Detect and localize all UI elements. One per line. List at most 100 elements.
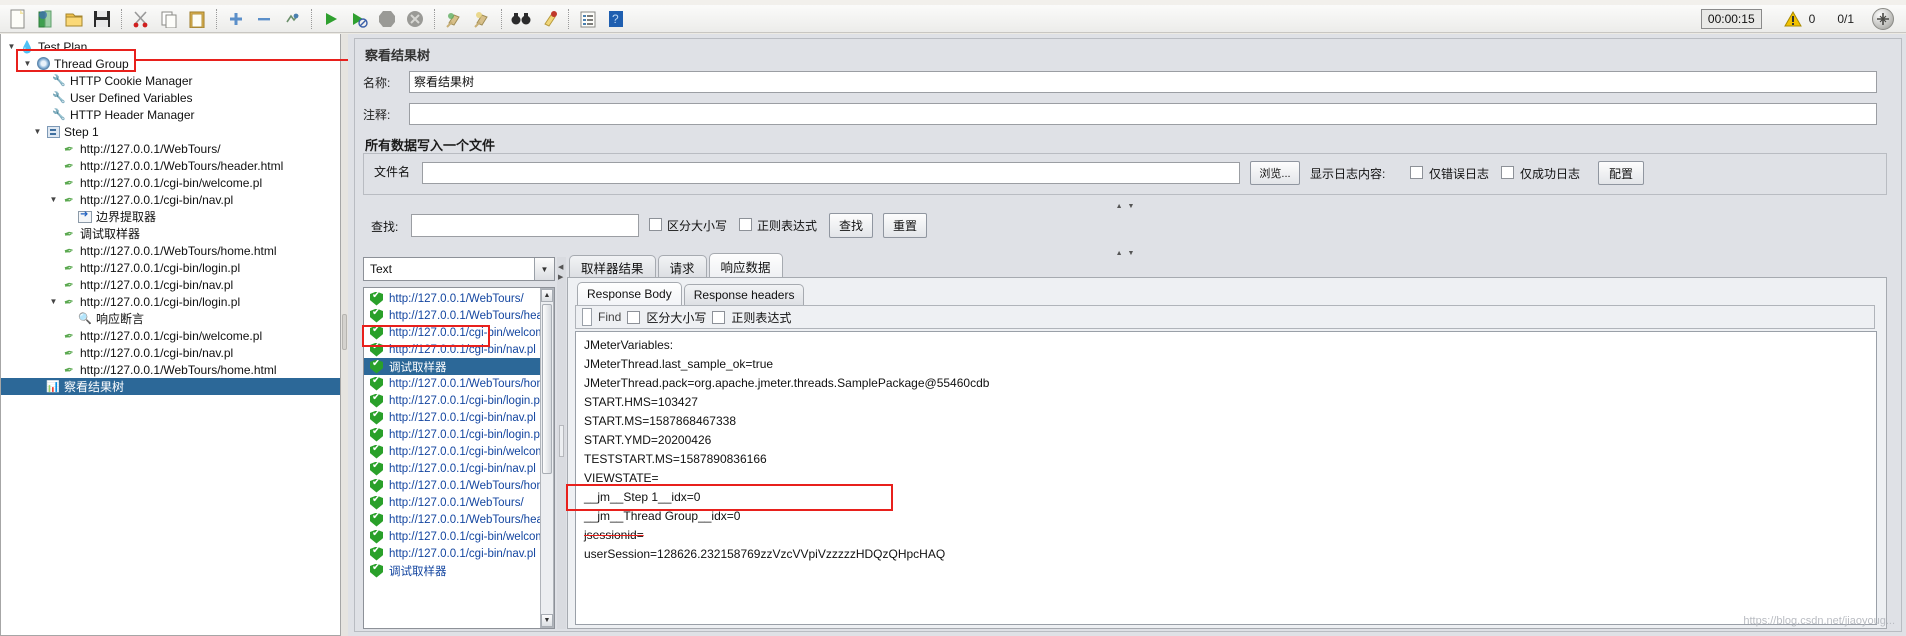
templates-icon[interactable] xyxy=(33,7,59,31)
tree-node[interactable]: ✒ http://127.0.0.1/cgi-bin/nav.pl xyxy=(1,344,340,361)
tree-node[interactable]: ✒ http://127.0.0.1/cgi-bin/welcome.pl xyxy=(1,174,340,191)
result-list-item[interactable]: http://127.0.0.1/cgi-bin/login.pl xyxy=(364,392,542,409)
tree-node[interactable]: ▼ ✒ http://127.0.0.1/cgi-bin/login.pl xyxy=(1,293,340,310)
collapse-up-icon-2[interactable] xyxy=(1116,244,1123,258)
section-collapse-handle-1[interactable] xyxy=(363,200,1887,208)
test-plan-tree[interactable]: ▼ 💧 Test Plan ▼ Thread Group 🔧 HTTP Cookie Man… xyxy=(1,34,340,395)
expand-all-icon[interactable] xyxy=(223,7,249,31)
collapse-all-icon[interactable] xyxy=(251,7,277,31)
tree-node[interactable]: ✒ 调试取样器 xyxy=(1,225,340,242)
tree-node[interactable]: ▼ Step 1 xyxy=(1,123,340,140)
search-icon[interactable] xyxy=(508,7,534,31)
result-list-item[interactable]: 调试取样器 xyxy=(364,562,540,579)
help-icon[interactable]: ? xyxy=(603,7,629,31)
chevron-down-icon[interactable]: ▼ xyxy=(534,258,554,280)
test-plan-tree-pane[interactable]: ▼ 💧 Test Plan ▼ Thread Group 🔧 HTTP Cookie Man… xyxy=(0,34,341,636)
result-list-item[interactable]: http://127.0.0.1/cgi-bin/welcome xyxy=(364,324,551,341)
splitter-grip-2[interactable] xyxy=(559,425,564,457)
result-list-item[interactable]: http://127.0.0.1/cgi-bin/nav.pl xyxy=(364,409,540,426)
success-only-checkbox[interactable] xyxy=(1501,166,1514,179)
new-icon[interactable] xyxy=(5,7,31,31)
errors-only-checkbox[interactable] xyxy=(1410,166,1423,179)
result-list-item[interactable]: http://127.0.0.1/cgi-bin/nav.pl xyxy=(364,460,540,477)
comment-input[interactable] xyxy=(409,103,1877,125)
find-input[interactable] xyxy=(582,308,592,326)
tree-node[interactable]: ✒ http://127.0.0.1/cgi-bin/welcome.pl xyxy=(1,327,340,344)
result-list-item[interactable]: http://127.0.0.1/WebTours/ xyxy=(364,494,540,511)
configure-button[interactable]: 配置 xyxy=(1598,161,1644,185)
result-list-item[interactable]: http://127.0.0.1/WebTours/home xyxy=(364,375,552,392)
result-list-item[interactable]: http://127.0.0.1/cgi-bin/nav.pl xyxy=(364,341,540,358)
results-scrollbar[interactable]: ▲ ▼ xyxy=(540,288,554,628)
toggle-icon[interactable] xyxy=(279,7,305,31)
results-detail-splitter[interactable]: ◀ ▶ xyxy=(557,257,566,629)
browse-button[interactable]: 浏览... xyxy=(1250,161,1300,185)
copy-icon[interactable] xyxy=(156,7,182,31)
subtab-response-body[interactable]: Response Body xyxy=(577,282,682,305)
tree-node[interactable]: 🔍 响应断言 xyxy=(1,310,340,327)
search-reset-button[interactable]: 重置 xyxy=(883,213,927,238)
tree-node[interactable]: ✒ http://127.0.0.1/WebTours/ xyxy=(1,140,340,157)
result-list-item[interactable]: 调试取样器 xyxy=(364,358,540,375)
tree-node[interactable]: ✒ http://127.0.0.1/cgi-bin/nav.pl xyxy=(1,276,340,293)
result-list-item[interactable]: http://127.0.0.1/cgi-bin/welcome xyxy=(364,443,551,460)
splitter-grip[interactable] xyxy=(342,314,347,350)
open-icon[interactable] xyxy=(61,7,87,31)
tree-twisty-icon[interactable]: ▼ xyxy=(47,195,60,204)
tree-node[interactable]: ▼ ✒ http://127.0.0.1/cgi-bin/nav.pl xyxy=(1,191,340,208)
start-icon[interactable] xyxy=(318,7,344,31)
tree-twisty-icon[interactable]: ▼ xyxy=(21,59,34,68)
tree-node[interactable]: 边界提取器 xyxy=(1,208,340,225)
clear-icon[interactable] xyxy=(441,7,467,31)
result-list-item[interactable]: http://127.0.0.1/WebTours/home xyxy=(364,477,552,494)
search-case-sensitive-checkbox[interactable] xyxy=(649,218,662,231)
splitter-left-arrow-icon[interactable]: ◀ xyxy=(558,263,563,271)
results-scroll-thumb[interactable] xyxy=(542,304,552,474)
collapse-down-icon-2[interactable] xyxy=(1128,244,1135,258)
reset-search-icon[interactable] xyxy=(536,7,562,31)
result-list-item[interactable]: http://127.0.0.1/WebTours/ xyxy=(364,290,540,307)
tree-node[interactable]: ✒ http://127.0.0.1/WebTours/home.html xyxy=(1,361,340,378)
result-list-item[interactable]: http://127.0.0.1/WebTours/head xyxy=(364,307,549,324)
subtab-response-headers[interactable]: Response headers xyxy=(683,284,805,305)
tree-node[interactable]: 📊 察看结果树 xyxy=(1,378,340,395)
detail-tabs[interactable]: 取样器结果 请求 响应数据 xyxy=(569,253,785,278)
scroll-down-icon[interactable]: ▼ xyxy=(541,614,553,627)
pane-splitter[interactable] xyxy=(341,34,348,636)
tree-twisty-icon[interactable]: ▼ xyxy=(5,42,18,51)
start-no-pauses-icon[interactable] xyxy=(346,7,372,31)
tab-sampler-result[interactable]: 取样器结果 xyxy=(569,255,656,278)
shutdown-icon[interactable] xyxy=(402,7,428,31)
tree-node[interactable]: ✒ http://127.0.0.1/WebTours/header.html xyxy=(1,157,340,174)
search-button[interactable]: 查找 xyxy=(829,213,873,238)
result-list-item[interactable]: http://127.0.0.1/cgi-bin/nav.pl xyxy=(364,545,540,562)
search-regex-checkbox[interactable] xyxy=(739,218,752,231)
tab-response-data[interactable]: 响应数据 xyxy=(708,253,783,278)
find-case-sensitive-checkbox[interactable] xyxy=(627,310,641,324)
function-helper-icon[interactable] xyxy=(575,7,601,31)
tab-request[interactable]: 请求 xyxy=(657,255,707,278)
cut-icon[interactable] xyxy=(128,7,154,31)
expand-collapse-toolbar-button[interactable] xyxy=(1872,7,1894,30)
tree-node[interactable]: 🔧 User Defined Variables xyxy=(1,89,340,106)
search-input[interactable] xyxy=(411,214,639,237)
tree-node[interactable]: ▼ 💧 Test Plan xyxy=(1,38,340,55)
render-type-combobox[interactable]: Text ▼ xyxy=(363,257,555,281)
result-list-item[interactable]: http://127.0.0.1/cgi-bin/welcome xyxy=(364,528,551,545)
scroll-up-icon[interactable]: ▲ xyxy=(541,289,553,302)
tree-node[interactable]: 🔧 HTTP Cookie Manager xyxy=(1,72,340,89)
tree-node[interactable]: ✒ http://127.0.0.1/cgi-bin/login.pl xyxy=(1,259,340,276)
result-list-item[interactable]: http://127.0.0.1/WebTours/head xyxy=(364,511,549,528)
filename-input[interactable] xyxy=(422,162,1240,184)
paste-icon[interactable] xyxy=(184,7,210,31)
clear-all-icon[interactable] xyxy=(469,7,495,31)
tree-node[interactable]: ✒ http://127.0.0.1/WebTours/home.html xyxy=(1,242,340,259)
sampler-results-list[interactable]: http://127.0.0.1/WebTours/http://127.0.0… xyxy=(363,287,555,629)
response-body-text[interactable]: JMeterVariables: JMeterThread.last_sample… xyxy=(575,331,1877,625)
sampler-results-items[interactable]: http://127.0.0.1/WebTours/http://127.0.0… xyxy=(364,290,552,579)
find-regex-checkbox[interactable] xyxy=(712,310,726,324)
warning-indicator[interactable]: 0 xyxy=(1783,10,1815,27)
save-icon[interactable] xyxy=(89,7,115,31)
response-subtabs[interactable]: Response Body Response headers xyxy=(577,282,806,305)
name-input[interactable]: 察看结果树 xyxy=(409,71,1877,93)
